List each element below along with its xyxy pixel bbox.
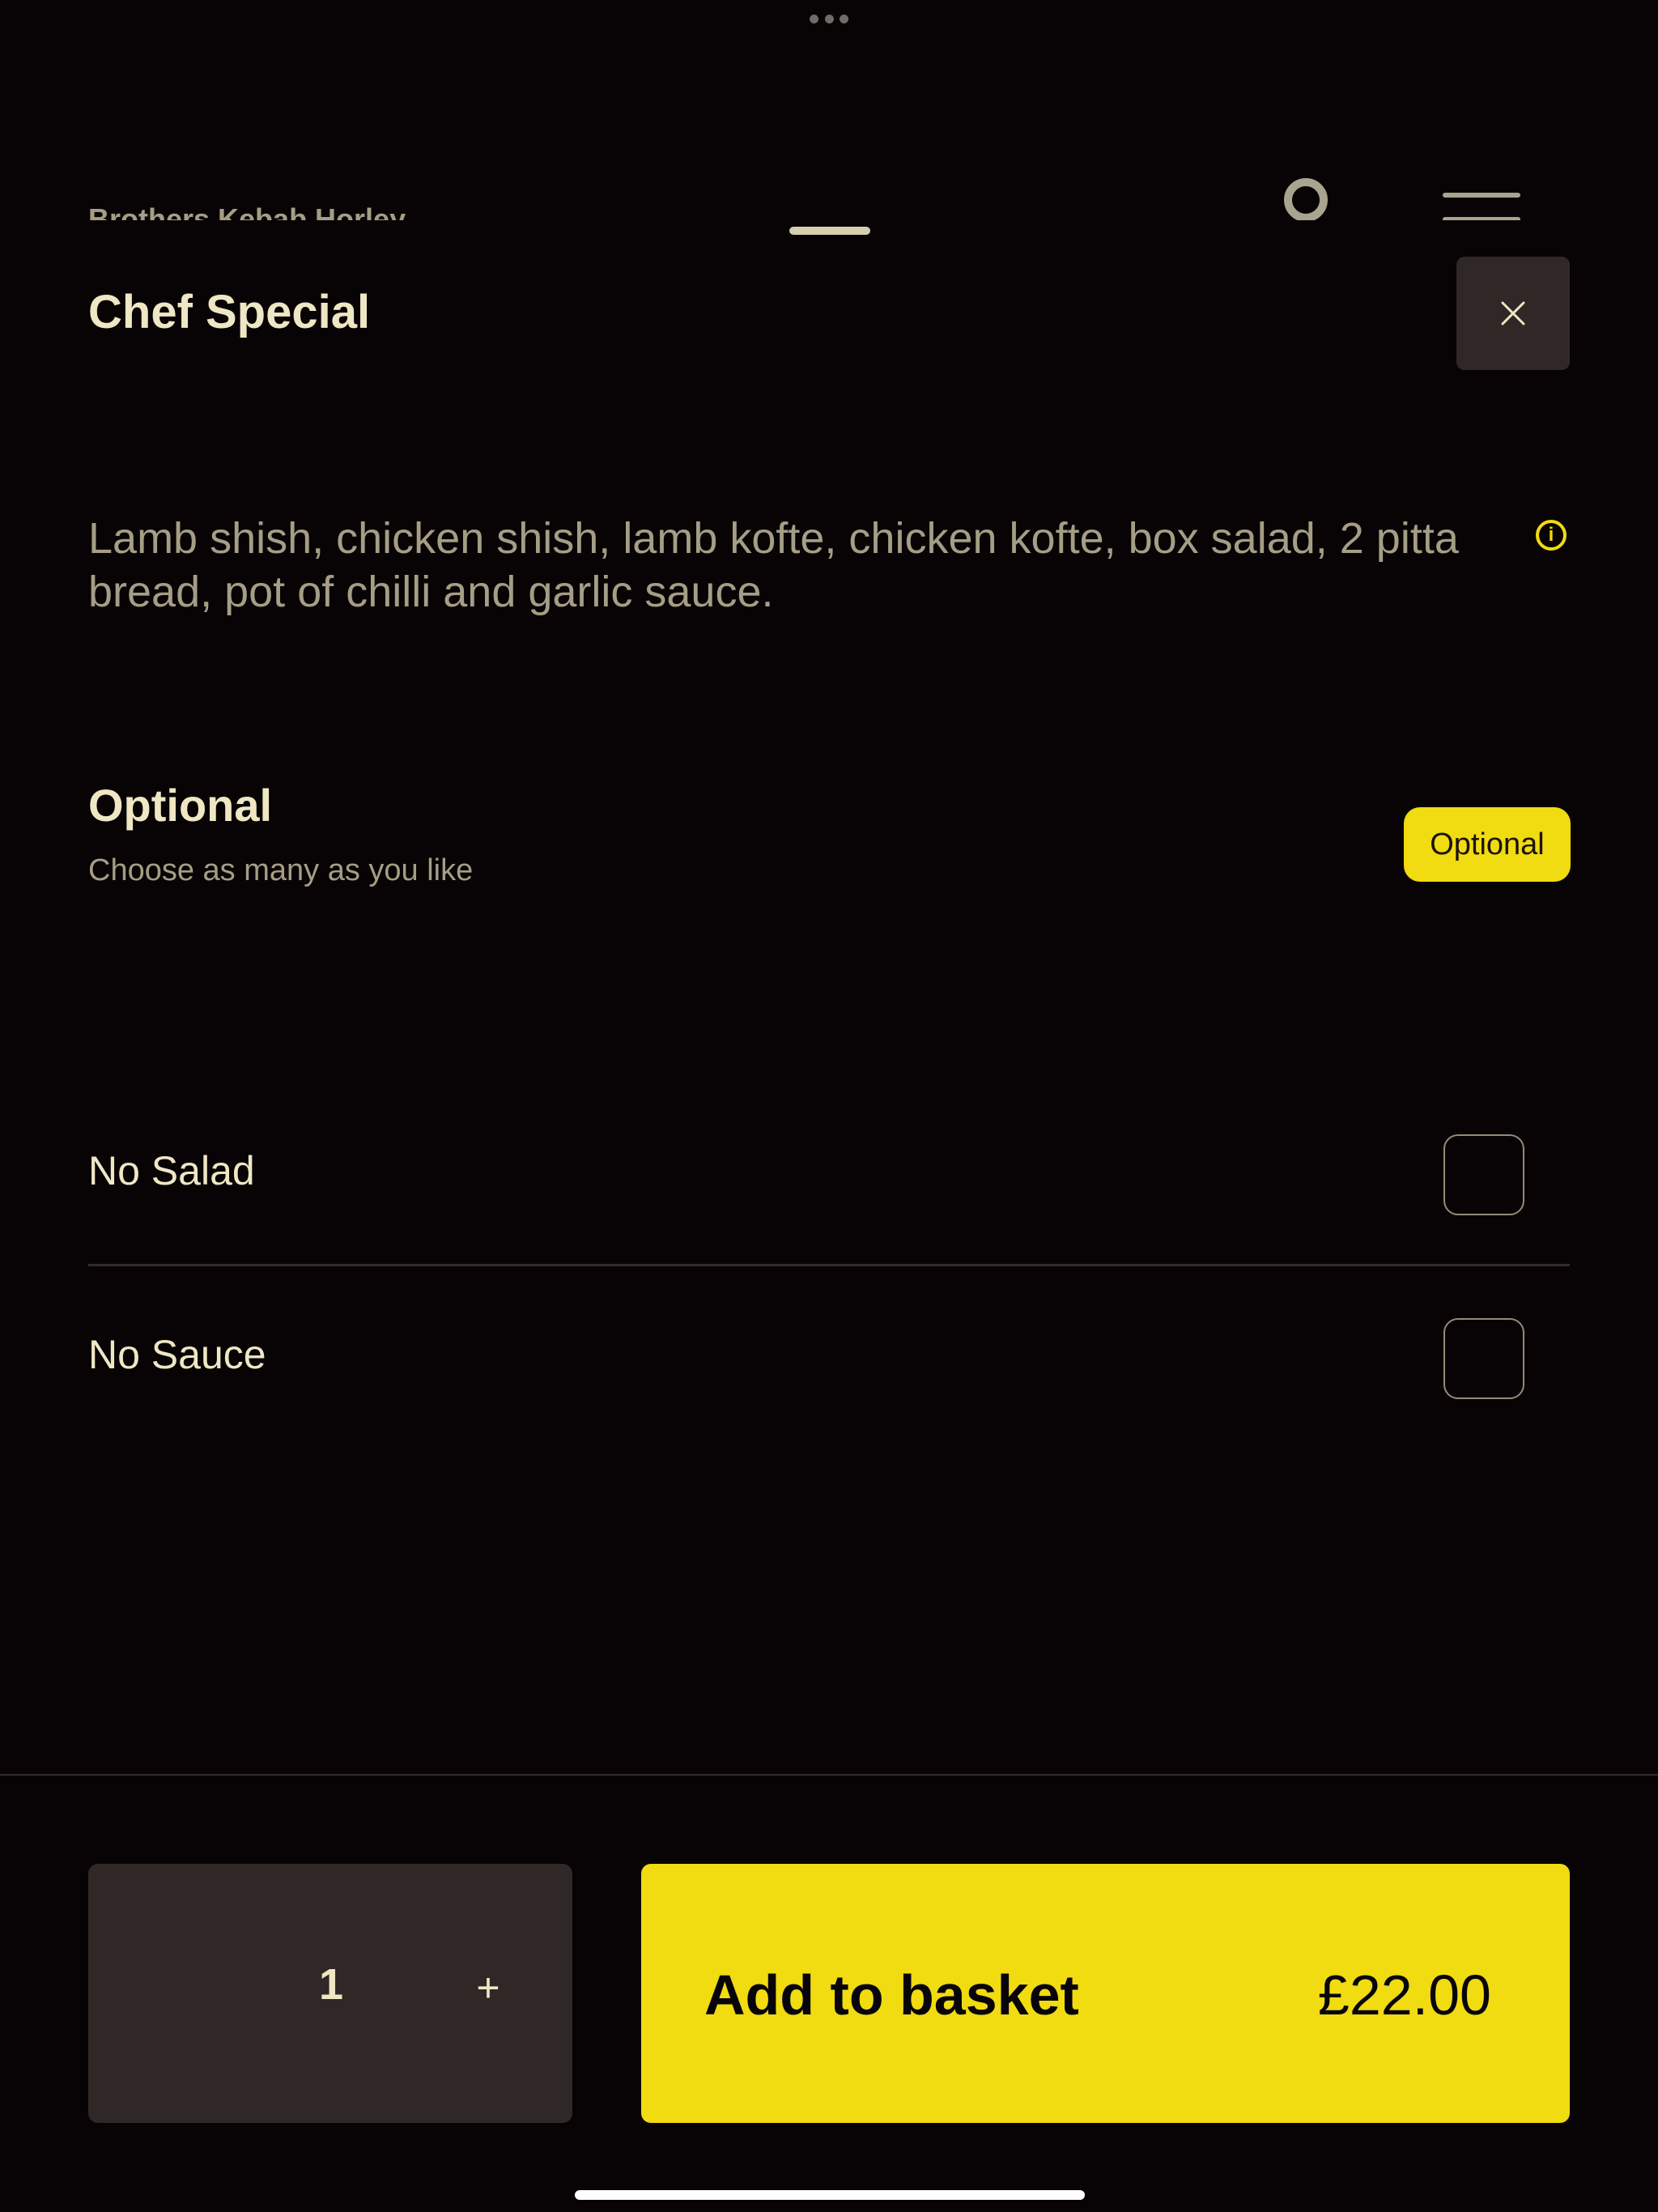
no-salad-checkbox[interactable] [1443, 1134, 1524, 1215]
option-row-no-salad[interactable]: No Salad [88, 1083, 1570, 1266]
quantity-value: 1 [318, 1960, 344, 2009]
item-price: £22.00 [1317, 1963, 1491, 2027]
optional-badge: Optional [1404, 807, 1571, 882]
background-header: Brothers Kebab Horley [0, 146, 1658, 220]
dot [840, 14, 848, 23]
option-label: No Salad [88, 1148, 255, 1193]
quantity-stepper: 1 + [88, 1864, 572, 2123]
dot [824, 14, 834, 23]
restaurant-name: Brothers Kebab Horley [88, 202, 406, 220]
sheet-grabber[interactable] [789, 227, 870, 235]
menu-icon[interactable] [1443, 193, 1520, 220]
close-button[interactable] [1456, 257, 1570, 370]
option-group-subtitle: Choose as many as you like [88, 853, 474, 887]
user-icon[interactable] [1284, 178, 1328, 220]
item-description: Lamb shish, chicken shish, lamb kofte, c… [88, 514, 1459, 616]
home-indicator[interactable] [575, 2190, 1085, 2200]
footer-divider [0, 1774, 1658, 1776]
add-to-basket-button[interactable]: Add to basket £22.00 [641, 1864, 1570, 2123]
info-icon[interactable]: i [1536, 520, 1567, 551]
increment-button[interactable]: + [456, 1951, 521, 2024]
item-title: Chef Special [88, 286, 371, 338]
dot [810, 14, 818, 23]
close-icon [1501, 301, 1525, 325]
add-to-basket-label: Add to basket [704, 1963, 1079, 2027]
option-row-no-sauce[interactable]: No Sauce [88, 1266, 1570, 1448]
option-label: No Sauce [88, 1332, 266, 1377]
option-group-title: Optional [88, 780, 273, 831]
multitasking-dots[interactable] [810, 11, 848, 26]
no-sauce-checkbox[interactable] [1443, 1318, 1524, 1399]
